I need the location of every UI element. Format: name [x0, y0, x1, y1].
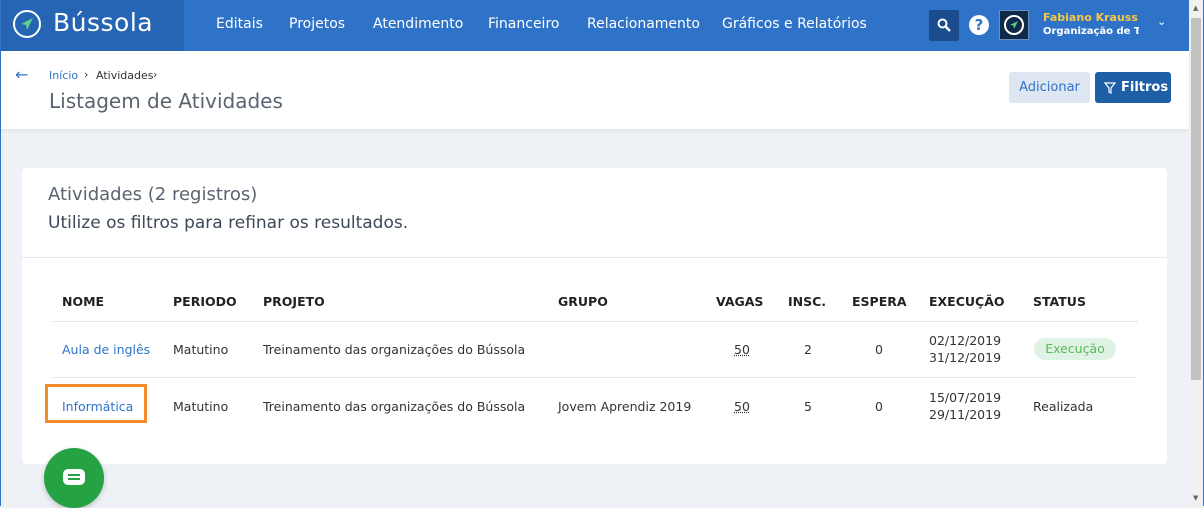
cell-insc: 2 — [804, 342, 812, 357]
cell-execucao-inicio: 15/07/2019 — [929, 390, 1002, 405]
filter-icon — [1104, 82, 1116, 94]
user-name[interactable]: Fabiano Krauss — [1043, 11, 1138, 24]
column-header-espera[interactable]: ESPERA — [852, 294, 907, 309]
cell-espera: 0 — [875, 399, 883, 414]
breadcrumb-separator: › — [153, 68, 158, 81]
nav-financeiro[interactable]: Financeiro — [488, 16, 559, 32]
divider — [22, 257, 1167, 258]
cell-espera: 0 — [875, 342, 883, 357]
cell-execucao-fim: 29/11/2019 — [929, 407, 1002, 422]
page-header: ← Início › Atividades › Listagem de Ativ… — [1, 51, 1189, 129]
column-header-vagas[interactable]: VAGAS — [716, 294, 763, 309]
page-title: Listagem de Atividades — [49, 89, 283, 113]
cell-periodo: Matutino — [173, 342, 229, 357]
chat-icon — [63, 469, 85, 485]
cell-execucao-inicio: 02/12/2019 — [929, 333, 1002, 348]
top-navbar: Bússola Editais Projetos Atendimento Fin… — [1, 0, 1189, 51]
avatar[interactable] — [999, 10, 1029, 40]
filter-button[interactable]: Filtros — [1095, 72, 1171, 103]
cell-vagas[interactable]: 50 — [734, 399, 750, 414]
chat-button[interactable] — [44, 448, 104, 508]
status-text: Realizada — [1033, 399, 1094, 414]
cell-insc: 5 — [804, 399, 812, 414]
back-arrow-icon[interactable]: ← — [15, 65, 28, 84]
search-icon — [937, 18, 951, 32]
nav-editais[interactable]: Editais — [216, 16, 263, 32]
vertical-scrollbar[interactable]: ▲ ▼ — [1189, 0, 1203, 506]
cell-vagas[interactable]: 50 — [734, 342, 750, 357]
card-title: Atividades (2 registros) — [48, 184, 258, 205]
compass-icon — [13, 10, 41, 38]
highlight-box — [45, 384, 147, 423]
card-subtitle: Utilize os filtros para refinar os resul… — [48, 213, 409, 233]
row-divider — [52, 377, 1137, 378]
column-header-execucao[interactable]: EXECUÇÃO — [929, 294, 1005, 309]
scroll-up-icon[interactable]: ▲ — [1193, 4, 1198, 12]
column-header-periodo[interactable]: PERIODO — [173, 294, 237, 309]
nav-graficos-relatorios[interactable]: Gráficos e Relatórios — [722, 16, 867, 32]
column-header-nome[interactable]: NOME — [62, 294, 104, 309]
table-header-divider — [52, 321, 1137, 322]
help-icon[interactable]: ? — [969, 15, 989, 35]
scrollbar-thumb[interactable] — [1191, 18, 1201, 380]
cell-execucao-fim: 31/12/2019 — [929, 350, 1002, 365]
nav-projetos[interactable]: Projetos — [289, 16, 345, 32]
breadcrumb-current: Atividades — [96, 69, 154, 82]
activity-name-link[interactable]: Aula de inglês — [62, 342, 150, 357]
chevron-down-icon[interactable]: ⌄ — [1157, 15, 1166, 28]
cell-periodo: Matutino — [173, 399, 229, 414]
cell-projeto: Treinamento das organizações do Bússola — [263, 342, 526, 357]
user-organization[interactable]: Organização de Treinamento — [1043, 26, 1139, 37]
column-header-insc[interactable]: INSC. — [788, 294, 826, 309]
column-header-grupo[interactable]: GRUPO — [558, 294, 608, 309]
add-button[interactable]: Adicionar — [1009, 72, 1090, 103]
compass-icon — [1004, 15, 1024, 35]
nav-atendimento[interactable]: Atendimento — [373, 16, 463, 32]
logo[interactable]: Bússola — [1, 0, 184, 51]
status-badge: Execução — [1034, 338, 1116, 360]
logo-text: Bússola — [53, 8, 154, 37]
breadcrumb-separator: › — [84, 68, 89, 81]
breadcrumb-home[interactable]: Início — [49, 69, 78, 82]
cell-projeto: Treinamento das organizações do Bússola — [263, 399, 526, 414]
column-header-status[interactable]: STATUS — [1033, 294, 1086, 309]
scroll-down-icon[interactable]: ▼ — [1193, 494, 1198, 502]
nav-relacionamento[interactable]: Relacionamento — [587, 16, 700, 32]
activities-card: Atividades (2 registros) Utilize os filt… — [22, 168, 1167, 464]
search-button[interactable] — [929, 10, 959, 41]
cell-grupo: Jovem Aprendiz 2019 — [558, 399, 692, 414]
column-header-projeto[interactable]: PROJETO — [263, 294, 325, 309]
filter-button-label: Filtros — [1121, 80, 1169, 95]
